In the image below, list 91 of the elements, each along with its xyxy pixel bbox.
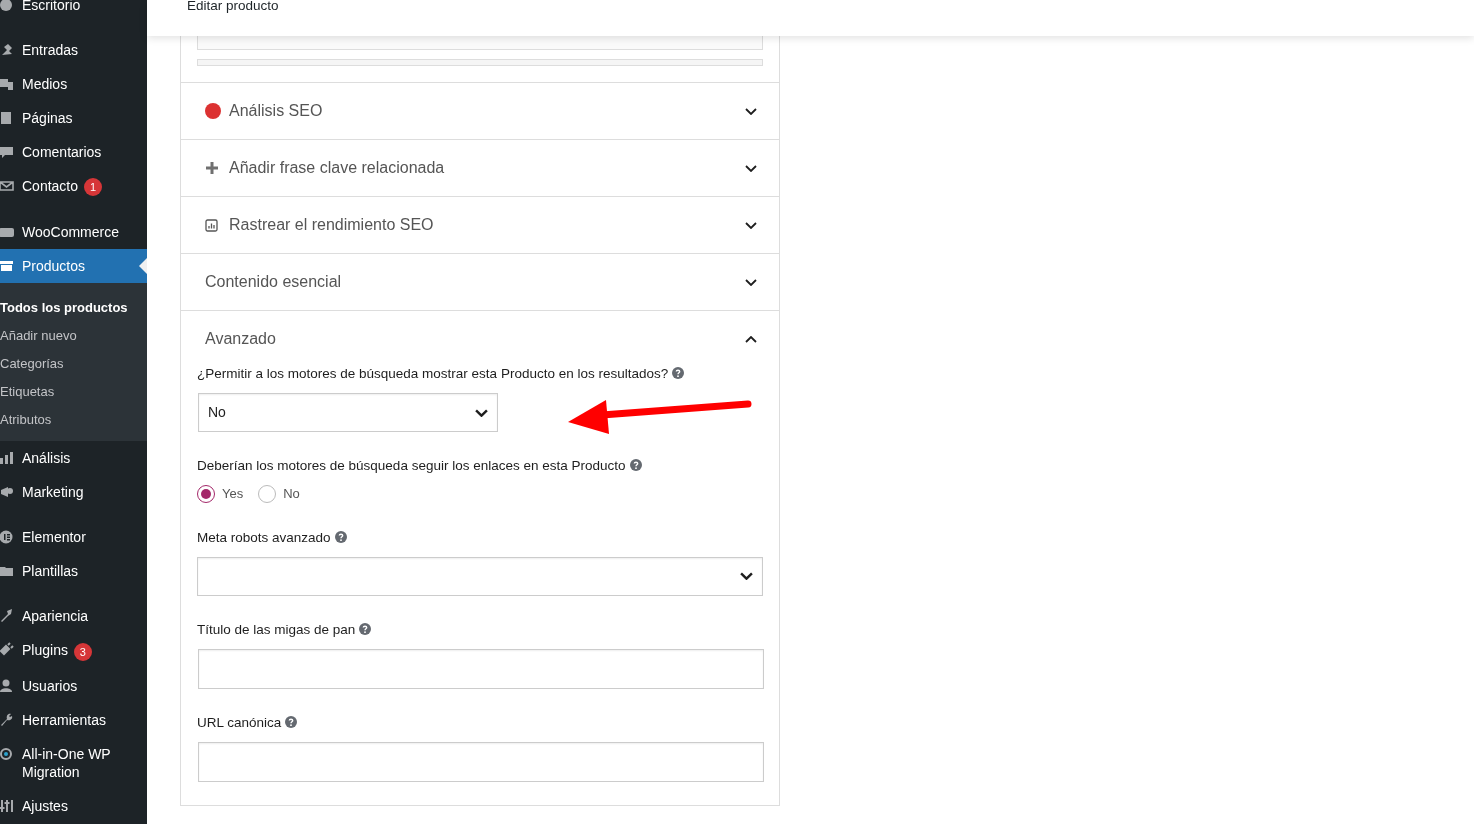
submenu-item[interactable]: Etiquetas (0, 377, 147, 406)
menu-item[interactable]: Productos (0, 249, 147, 284)
menu-label: Medios (22, 75, 69, 93)
menu-label: WooCommerce (22, 223, 120, 242)
section-toggle[interactable]: Análisis SEO (181, 83, 779, 139)
section-title: Rastrear el rendimiento SEO (229, 215, 435, 235)
menu-label: Ajustes (22, 796, 69, 815)
menu-item[interactable]: Plugins 3 (0, 633, 147, 669)
submenu-item[interactable]: Todos los productos (0, 293, 147, 322)
select-field[interactable] (197, 556, 763, 596)
chevron-down-icon (745, 278, 757, 286)
help-icon[interactable] (359, 622, 372, 635)
submenu-item[interactable]: Categorías (0, 349, 147, 378)
menu-label: Herramientas (22, 710, 108, 729)
section-toggle[interactable]: Contenido esencial (181, 254, 779, 310)
radio-label: Yes (222, 485, 244, 503)
menu-item[interactable]: Ajustes (0, 788, 147, 823)
field-label: ¿Permitir a los motores de búsqueda mostrar esta Producto en los resultados? (197, 366, 669, 381)
chart-icon (205, 218, 218, 232)
menu-label: Plugins (22, 642, 68, 659)
section-toggle[interactable]: Avanzado (181, 311, 779, 367)
text-field[interactable] (198, 741, 764, 782)
menu-label: Entradas (22, 41, 80, 59)
page-title: Editar producto (187, 0, 280, 13)
menu-item[interactable]: Páginas (0, 101, 147, 135)
page-icon (0, 110, 14, 126)
menu-label: Comentarios (22, 143, 103, 161)
menu-item[interactable]: All-in-One WP Migration (0, 736, 147, 789)
envelope-icon (0, 178, 14, 194)
media-icon (0, 76, 14, 92)
select-value: No (208, 403, 227, 422)
menu-item[interactable]: Plantillas (0, 554, 147, 589)
menu-label: Contacto (22, 178, 79, 194)
menu-item[interactable]: Contacto 1 (0, 169, 147, 205)
submenu-item[interactable]: Atributos (0, 405, 147, 434)
count-badge: 1 (84, 178, 103, 197)
person-icon (0, 677, 14, 694)
input-field[interactable] (197, 36, 763, 50)
menu-item[interactable]: Análisis (0, 441, 147, 476)
menu-label: Productos (22, 257, 87, 276)
menu-label: Escritorio (22, 0, 82, 14)
menu-label: Páginas (22, 109, 74, 127)
field-label: Deberían los motores de búsqueda seguir los enlaces en esta Producto (197, 458, 626, 473)
menu-label: Apariencia (22, 607, 90, 626)
menu-item[interactable]: WooCommerce (0, 215, 147, 250)
section-title: Avanzado (205, 329, 277, 349)
chevron-up-icon (745, 335, 757, 343)
current-pointer (139, 258, 147, 275)
section-title: Contenido esencial (205, 272, 343, 292)
field-label: URL canónica (197, 714, 282, 730)
menu-label: Usuarios (22, 676, 79, 695)
menu-item[interactable]: Comentarios (0, 135, 147, 169)
chevron-down-icon (745, 107, 757, 115)
text-field[interactable] (198, 648, 764, 689)
wrench-icon (0, 711, 14, 728)
bar-chart-icon (0, 450, 14, 467)
dashboard-icon (0, 0, 14, 13)
section-title: Añadir frase clave relacionada (229, 158, 446, 178)
menu-label: Análisis (22, 449, 72, 468)
menu-item[interactable]: Escritorio (0, 0, 147, 22)
help-icon[interactable] (629, 459, 642, 471)
chevron-down-icon (745, 164, 757, 172)
chevron-down-icon (475, 408, 488, 417)
menu-item[interactable]: Marketing (0, 475, 147, 510)
menu-label: Elementor (22, 528, 87, 547)
menu-label: Marketing (22, 483, 85, 502)
submenu-item[interactable]: Añadir nuevo (0, 321, 147, 350)
radio-label: No (283, 485, 300, 503)
menu-item[interactable]: Herramientas (0, 702, 147, 737)
menu-item[interactable]: Medios (0, 67, 147, 101)
menu-item[interactable]: Usuarios (0, 668, 147, 703)
sliders-icon (0, 797, 14, 814)
menu-label: Plantillas (22, 562, 80, 581)
speech-bubble-icon (0, 144, 14, 160)
help-icon[interactable] (334, 530, 347, 543)
help-icon[interactable] (285, 715, 298, 728)
section-toggle[interactable]: Añadir frase clave relacionada (181, 140, 779, 196)
section-title: Análisis SEO (229, 101, 324, 121)
menu-label: All-in-One WP Migration (22, 744, 112, 781)
select-field[interactable]: No (198, 393, 498, 432)
field-label: Título de las migas de pan (197, 621, 356, 637)
menu-item[interactable]: Elementor (0, 520, 147, 555)
section-toggle[interactable]: Rastrear el rendimiento SEO (181, 197, 779, 253)
help-icon[interactable] (672, 367, 685, 379)
field-label: Meta robots avanzado (197, 529, 331, 545)
count-badge: 3 (73, 642, 92, 661)
menu-item[interactable]: Apariencia (0, 599, 147, 634)
menu-item[interactable]: Entradas (0, 33, 147, 67)
plus-icon (205, 161, 219, 175)
chevron-down-icon (745, 221, 757, 229)
chevron-down-icon (740, 572, 753, 580)
